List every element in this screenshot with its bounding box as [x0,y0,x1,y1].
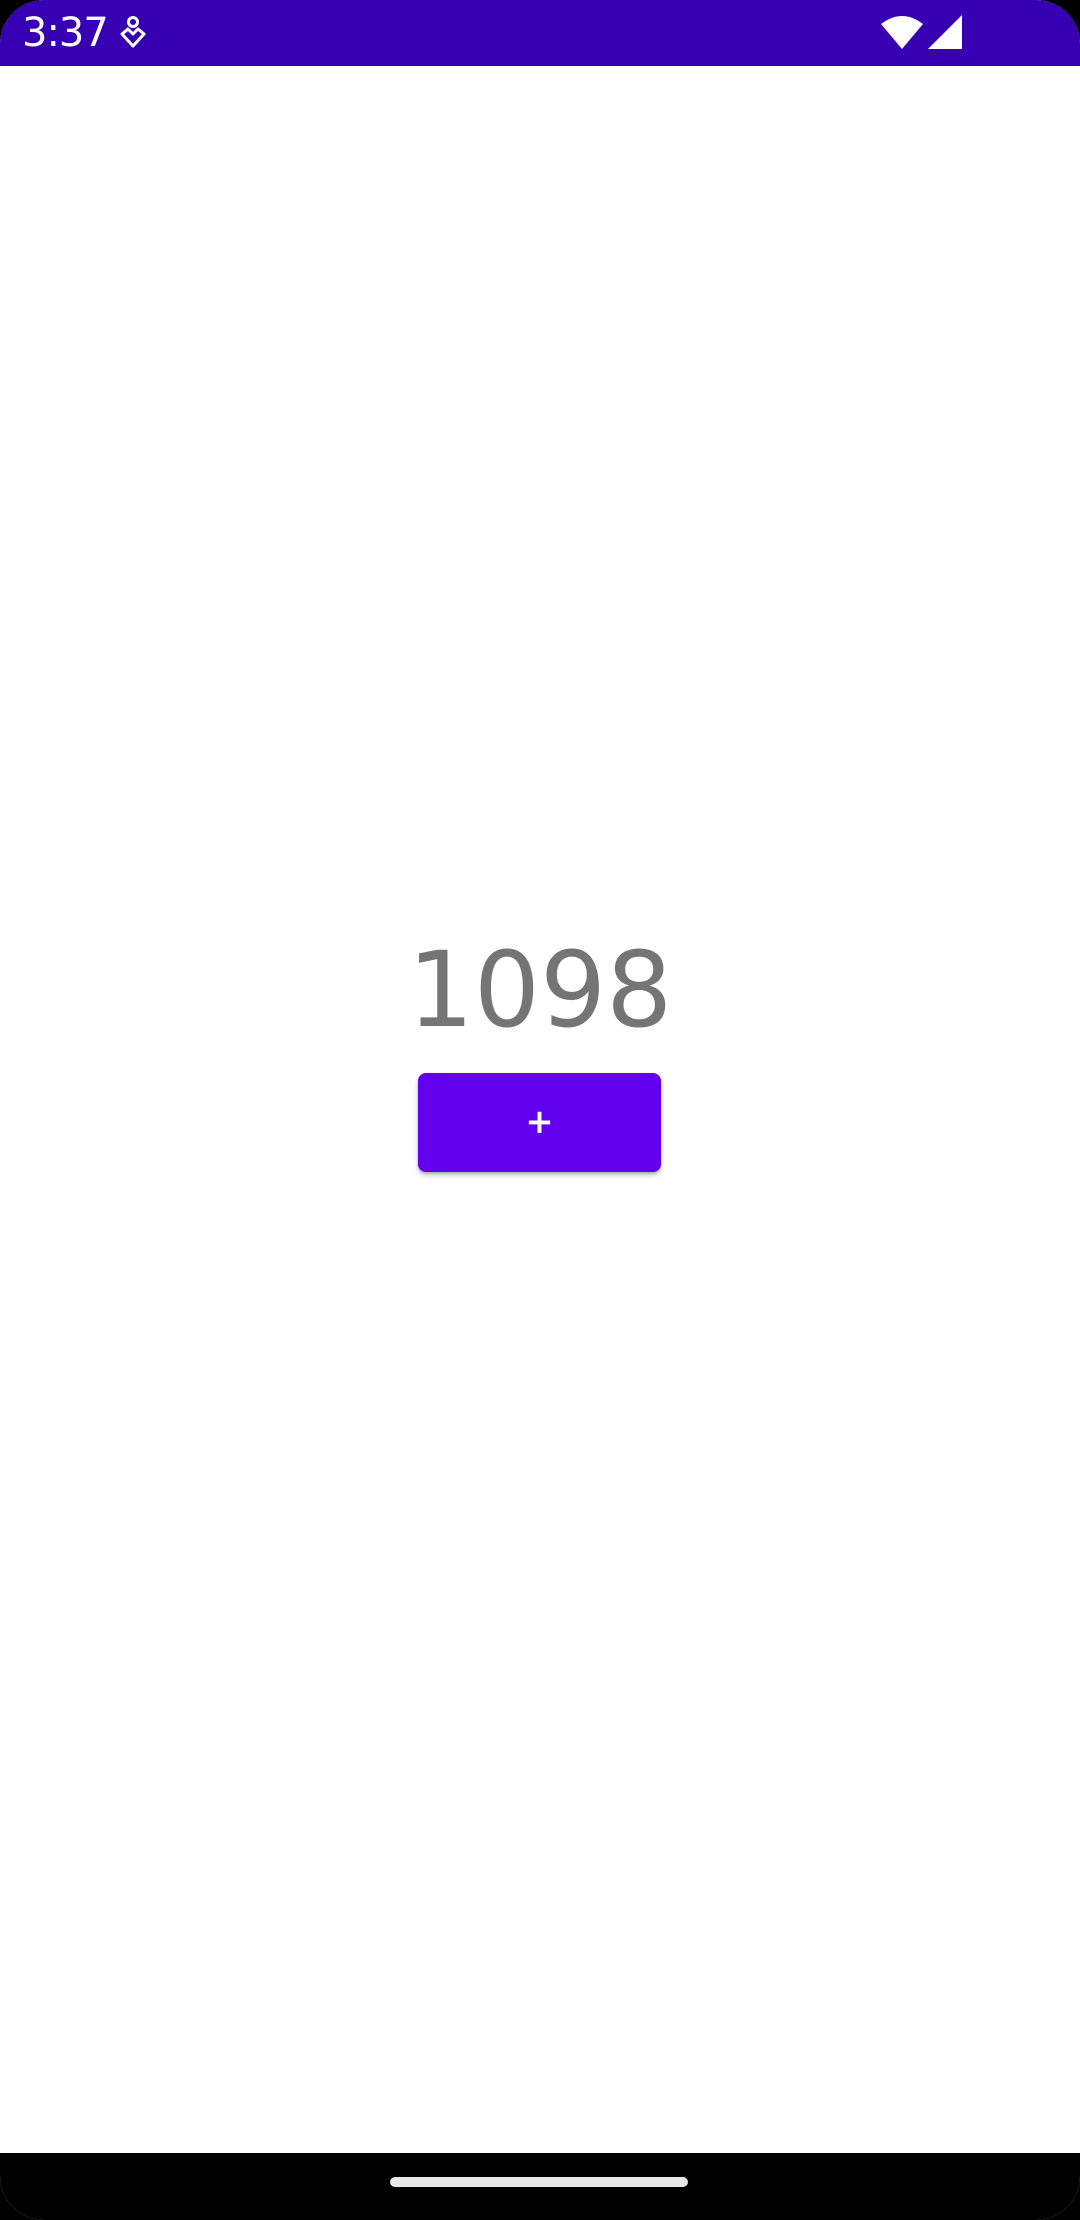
wifi-icon [880,14,924,50]
main-content: 1098 + [0,66,1080,2153]
increment-button[interactable]: + [418,1073,661,1172]
status-bar: 3:37 [0,0,1080,66]
phone-screen: 3:37 1098 + [0,0,1080,2220]
status-time: 3:37 [22,10,109,56]
cell-signal-icon [926,14,964,50]
counter-value: 1098 [407,929,673,1051]
home-gesture-handle[interactable] [390,2177,688,2187]
navigation-bar [0,2153,1080,2220]
app-notification-icon [118,16,148,50]
